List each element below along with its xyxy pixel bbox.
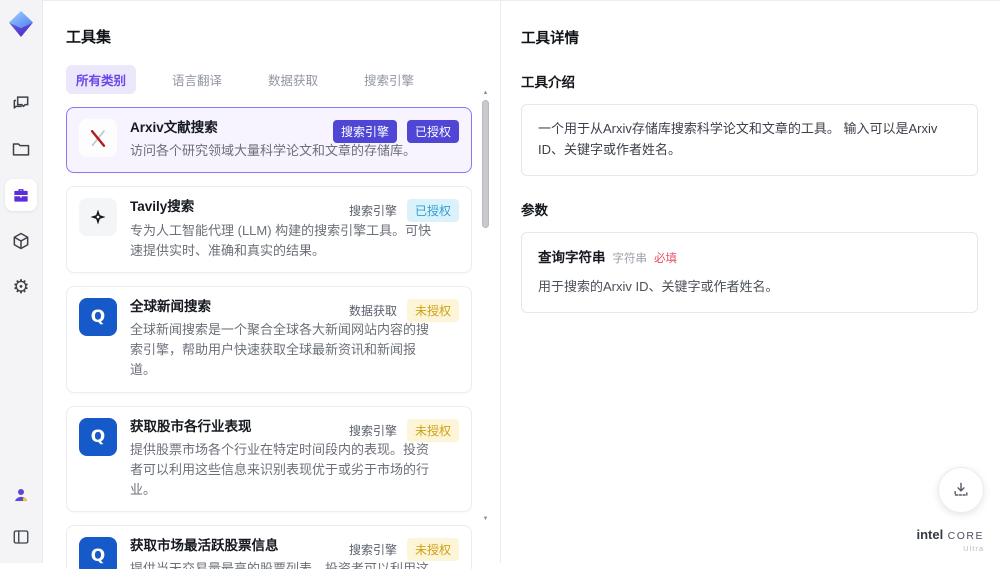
- stock-tool-logo-icon: Q: [79, 537, 117, 569]
- param-required-flag: 必填: [654, 252, 677, 265]
- tab-language-translation[interactable]: 语言翻译: [162, 65, 232, 94]
- sidebar-nav: ⚙: [5, 87, 37, 303]
- folder-icon: [11, 139, 31, 159]
- tool-card-active-stocks[interactable]: Q 获取市场最活跃股票信息 提供当天交易量最高的股票列表，投资者可以利用这些信息…: [66, 525, 472, 569]
- detail-title: 工具详情: [521, 31, 579, 47]
- param-box: 查询字符串 字符串 必填 用于搜索的Arxiv ID、关键字或作者姓名。: [521, 231, 978, 313]
- chat-icon: [11, 93, 31, 113]
- sidebar-item-files[interactable]: [5, 133, 37, 165]
- tool-description: 全球新闻搜索是一个聚合全球各大新闻网站内容的搜索引擎，帮助用户快速获取全球最新资…: [130, 322, 430, 378]
- tool-card-arxiv[interactable]: Arxiv文献搜索 访问各个研究领域大量科学论文和文章的存储库。 搜索引擎 已授…: [66, 107, 472, 174]
- news-search-logo-icon: Q: [79, 297, 117, 336]
- params-heading: 参数: [521, 202, 548, 218]
- user-avatar[interactable]: [5, 479, 37, 511]
- download-button[interactable]: [938, 467, 984, 513]
- sidebar-item-chat[interactable]: [5, 87, 37, 119]
- intro-heading: 工具介绍: [521, 75, 575, 90]
- tool-description: 提供股票市场各个行业在特定时间段内的表现。投资者可以利用这些信息来识别表现优于或…: [130, 441, 430, 497]
- tool-list: Arxiv文献搜索 访问各个研究领域大量科学论文和文章的存储库。 搜索引擎 已授…: [66, 107, 472, 569]
- param-name: 查询字符串: [538, 249, 606, 265]
- cube-icon: [11, 231, 31, 251]
- auth-status-badge: 未授权: [406, 538, 459, 562]
- tool-card-stock-sectors[interactable]: Q 获取股市各行业表现 提供股票市场各个行业在特定时间段内的表现。投资者可以利用…: [66, 405, 472, 513]
- tool-detail-panel: 工具详情 工具介绍 一个用于从Arxiv存储库搜索科学论文和文章的工具。 输入可…: [500, 0, 1000, 563]
- app-logo-icon: [6, 9, 36, 39]
- category-label: 数据获取: [348, 303, 397, 318]
- category-label: 搜索引擎: [348, 543, 397, 558]
- scrollbar: ▲ ▼: [481, 89, 490, 523]
- param-type: 字符串: [612, 252, 648, 265]
- sidebar-item-packages[interactable]: [5, 225, 37, 257]
- auth-status-badge: 未授权: [406, 298, 459, 322]
- sidebar: ⚙: [0, 0, 43, 563]
- tool-description: 访问各个研究领域大量科学论文和文章的存储库。: [130, 143, 417, 159]
- panel-toggle-icon: [12, 528, 30, 546]
- scroll-down-arrow-icon[interactable]: ▼: [481, 515, 490, 523]
- auth-status-badge: 已授权: [406, 199, 459, 223]
- intel-core-logo: intel CORE Ultra: [916, 527, 984, 553]
- page-title: 工具集: [66, 29, 112, 46]
- tab-search-engine[interactable]: 搜索引擎: [354, 65, 424, 94]
- tool-description: 专为人工智能代理 (LLM) 构建的搜索引擎工具。可快速提供实时、准确和真实的结…: [130, 222, 432, 258]
- tool-card-tavily[interactable]: Tavily搜索 专为人工智能代理 (LLM) 构建的搜索引擎工具。可快速提供实…: [66, 186, 472, 273]
- scroll-up-arrow-icon[interactable]: ▲: [481, 89, 490, 97]
- arxiv-logo-icon: [79, 119, 117, 157]
- tab-data-fetch[interactable]: 数据获取: [258, 65, 328, 94]
- category-badge: 搜索引擎: [332, 120, 397, 143]
- category-tabs: 所有类别 语言翻译 数据获取 搜索引擎: [66, 65, 500, 94]
- collapse-panel-button[interactable]: [5, 521, 37, 553]
- category-label: 搜索引擎: [348, 204, 397, 219]
- tab-all-categories[interactable]: 所有类别: [66, 65, 137, 94]
- auth-status-badge: 未授权: [406, 418, 459, 442]
- auth-status-badge: 已授权: [406, 120, 459, 143]
- tool-card-global-news[interactable]: Q 全球新闻搜索 全球新闻搜索是一个聚合全球各大新闻网站内容的搜索引擎，帮助用户…: [66, 285, 472, 393]
- stock-tool-logo-icon: Q: [79, 417, 117, 456]
- tool-list-panel: 工具集 所有类别 语言翻译 数据获取 搜索引擎 Arxiv文献搜索 访问各个研究…: [42, 0, 500, 569]
- intro-box: 一个用于从Arxiv存储库搜索科学论文和文章的工具。 输入可以是Arxiv ID…: [521, 104, 978, 176]
- download-icon: [951, 480, 971, 500]
- briefcase-icon: [11, 185, 31, 205]
- category-label: 搜索引擎: [348, 423, 397, 438]
- param-description: 用于搜索的Arxiv ID、关键字或作者姓名。: [538, 279, 779, 295]
- person-icon: [12, 486, 30, 504]
- gear-icon: ⚙: [12, 276, 30, 298]
- sidebar-item-tools[interactable]: [5, 179, 37, 211]
- sidebar-item-settings[interactable]: ⚙: [5, 271, 37, 303]
- scrollbar-thumb[interactable]: [482, 100, 489, 228]
- tavily-star-icon: [79, 198, 117, 237]
